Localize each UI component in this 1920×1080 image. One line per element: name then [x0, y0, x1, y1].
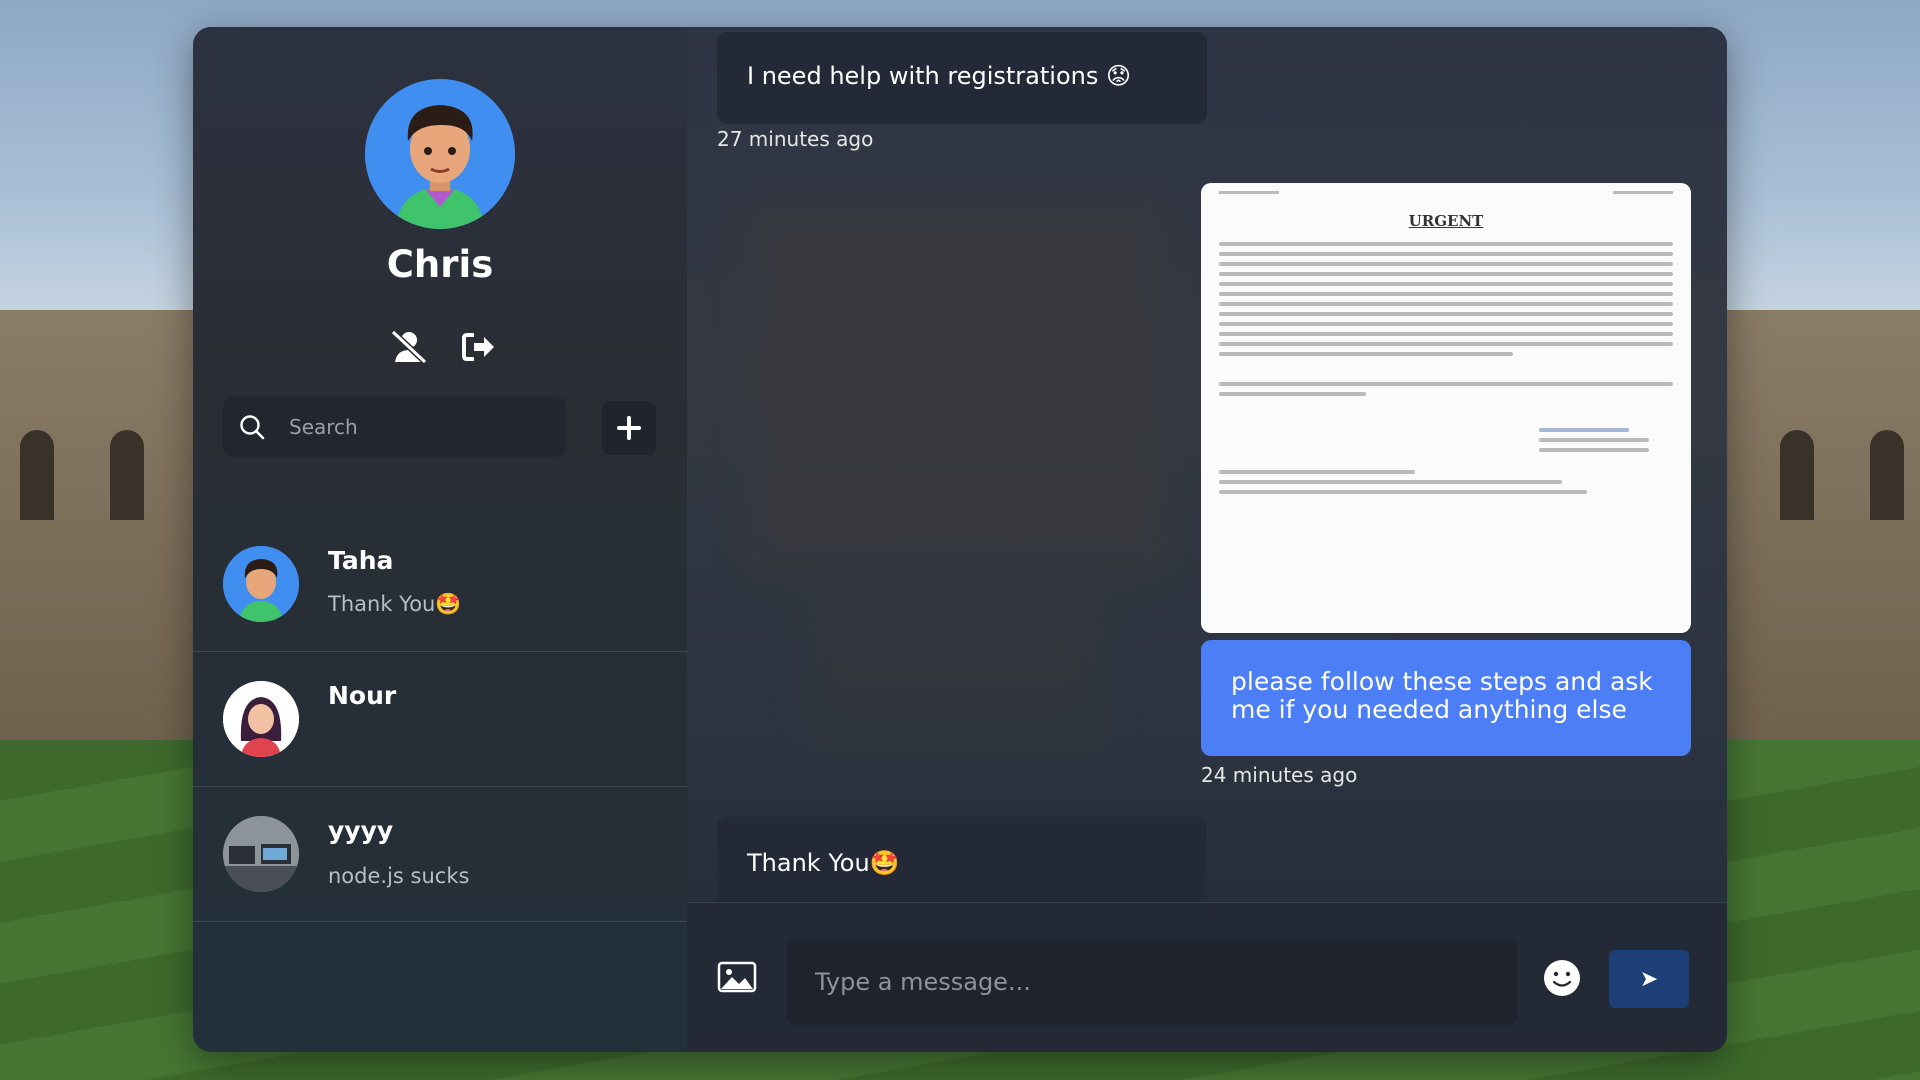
avatar	[223, 546, 299, 622]
message-time: 24 minutes ago	[1201, 763, 1358, 787]
contact-name: Nour	[328, 681, 397, 710]
background-blur	[807, 587, 1107, 747]
message-time: 27 minutes ago	[717, 127, 874, 151]
contact-item-nour[interactable]: Nour	[193, 651, 687, 787]
message-input[interactable]	[787, 939, 1517, 1025]
message-text: Thank You🤩	[747, 849, 900, 877]
profile-avatar	[365, 79, 515, 229]
add-chat-button[interactable]	[602, 401, 656, 455]
avatar	[223, 816, 299, 892]
background-window	[20, 430, 54, 520]
search-box	[223, 397, 566, 457]
message-bubble-incoming: I need help with registrations 😟	[717, 32, 1207, 124]
send-button[interactable]: ➤	[1609, 950, 1689, 1008]
user-slash-icon[interactable]	[389, 327, 429, 367]
contact-item-yyyy[interactable]: yyyy node.js sucks	[193, 786, 687, 922]
background-window	[1780, 430, 1814, 520]
smiley-icon[interactable]	[1543, 959, 1581, 1001]
contact-name: yyyy	[328, 816, 394, 845]
chat-app-window: Chris Search Taha Thank You🤩 Nour yyyy n…	[193, 27, 1727, 1052]
chat-panel: I need help with registrations 😟 27 minu…	[687, 27, 1727, 902]
background-building-right	[1720, 310, 1920, 760]
message-text: I need help with registrations 😟	[747, 62, 1131, 90]
profile-name: Chris	[386, 243, 494, 286]
message-attachment-image[interactable]: URGENT	[1201, 183, 1691, 633]
profile-actions	[389, 327, 499, 367]
sidebar: Chris Search Taha Thank You🤩 Nour yyyy n…	[193, 27, 688, 1052]
image-icon[interactable]	[717, 961, 757, 997]
search-icon	[240, 415, 265, 440]
contact-name: Taha	[328, 546, 394, 575]
background-window	[1870, 430, 1904, 520]
message-bubble-outgoing: please follow these steps and ask me if …	[1201, 640, 1691, 756]
message-bubble-incoming: Thank You🤩	[717, 817, 1207, 902]
contact-item-taha[interactable]: Taha Thank You🤩	[193, 516, 687, 652]
search-input[interactable]	[287, 414, 551, 440]
background-window	[110, 430, 144, 520]
avatar	[223, 681, 299, 757]
plus-icon	[617, 416, 641, 440]
document-heading: URGENT	[1408, 212, 1484, 230]
message-text: please follow these steps and ask me if …	[1231, 667, 1653, 724]
contact-last-message: node.js sucks	[328, 864, 470, 888]
message-composer: ➤	[687, 902, 1727, 1052]
contact-last-message: Thank You🤩	[328, 592, 462, 616]
sign-out-icon[interactable]	[459, 327, 499, 367]
background-building-left	[0, 310, 200, 760]
background-blur	[747, 197, 1167, 577]
